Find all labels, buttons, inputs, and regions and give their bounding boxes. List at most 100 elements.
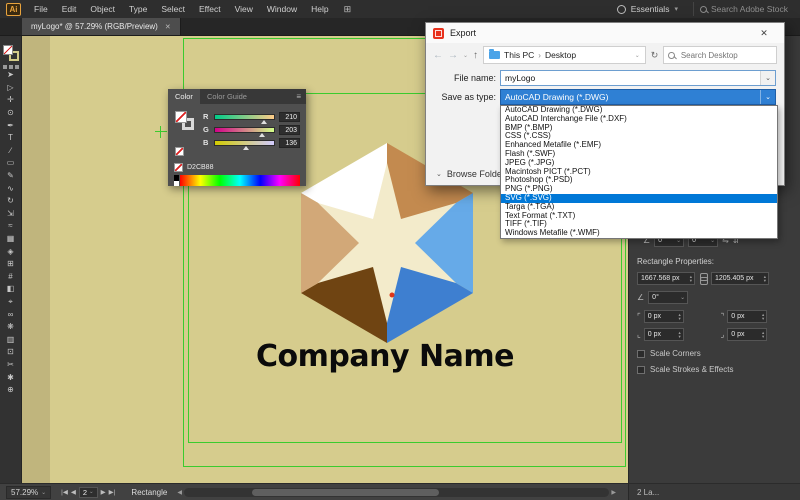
stepper-icon[interactable]: ▴▾ xyxy=(764,275,766,282)
breadcrumb[interactable]: This PC › Desktop ⌄ xyxy=(483,46,646,64)
color-slider-track[interactable] xyxy=(214,127,275,133)
corner-radius-bl-field[interactable]: ⌞ 0 px ▴▾ xyxy=(637,328,711,341)
forward-icon[interactable]: → xyxy=(448,50,458,61)
tab-color[interactable]: Color xyxy=(168,89,200,104)
chevron-down-icon[interactable]: ⌄ xyxy=(760,90,775,104)
corner-radius-tr-field[interactable]: ⌝ 0 px ▴▾ xyxy=(721,310,795,323)
stepper-icon[interactable]: ▴▾ xyxy=(678,313,680,320)
hand-tool[interactable]: ✱ xyxy=(2,371,20,384)
back-icon[interactable]: ← xyxy=(433,50,443,61)
explorer-search-input[interactable] xyxy=(679,50,772,61)
mesh-tool[interactable]: # xyxy=(2,271,20,284)
panel-menu-icon[interactable]: ≡ xyxy=(291,92,306,101)
export-dialog-titlebar[interactable]: Export ✕ xyxy=(426,23,784,43)
type-tool[interactable]: T xyxy=(2,132,20,145)
corner-radius-tl-field[interactable]: ⌜ 0 px ▴▾ xyxy=(637,310,711,323)
scale-corners-checkbox[interactable] xyxy=(637,350,645,358)
scroll-left-icon[interactable]: ◀ xyxy=(177,489,182,496)
free-transform-tool[interactable]: ▦ xyxy=(2,233,20,246)
scale-strokes-row[interactable]: Scale Strokes & Effects xyxy=(637,365,794,374)
color-slider-track[interactable] xyxy=(214,140,275,146)
channel-value-field[interactable]: 136 xyxy=(279,138,300,148)
stepper-icon[interactable]: ▴▾ xyxy=(678,331,680,338)
fill-stroke-swatches[interactable] xyxy=(3,45,19,61)
rotate-tool[interactable]: ↻ xyxy=(2,195,20,208)
horizontal-scrollbar[interactable]: ◀ ▶ xyxy=(177,488,616,497)
spectrum-bar[interactable] xyxy=(180,175,300,186)
corner-radius-br-field[interactable]: ⌟ 0 px ▴▾ xyxy=(721,328,795,341)
browse-folders-button[interactable]: ⌄ Browse Folders xyxy=(436,169,509,179)
menu-item[interactable]: Effect xyxy=(192,0,228,18)
document-tab[interactable]: myLogo* @ 57.29% (RGB/Preview) ✕ xyxy=(22,18,181,35)
rect-height-field[interactable]: 1205.405 px ▴▾ xyxy=(711,272,769,285)
menu-item[interactable]: View xyxy=(228,0,260,18)
eyedropper-tool[interactable]: ⌖ xyxy=(2,296,20,309)
black-white-swatches[interactable] xyxy=(174,175,179,186)
link-dimensions-icon[interactable] xyxy=(699,273,707,285)
first-artboard-button[interactable]: |◀ xyxy=(61,488,68,496)
slider-thumb-icon[interactable] xyxy=(259,133,265,137)
format-option[interactable]: Windows Metafile (*.WMF) xyxy=(501,229,777,238)
scroll-right-icon[interactable]: ▶ xyxy=(611,489,616,496)
slider-thumb-icon[interactable] xyxy=(243,146,249,150)
stepper-icon[interactable]: ▴▾ xyxy=(690,275,692,282)
stepper-icon[interactable]: ▴▾ xyxy=(762,331,764,338)
scale-corners-row[interactable]: Scale Corners xyxy=(637,349,794,358)
adobe-stock-search[interactable]: Search Adobe Stock xyxy=(693,2,794,16)
pen-tool[interactable]: ✒ xyxy=(2,119,20,132)
menu-item[interactable]: Edit xyxy=(55,0,84,18)
close-icon[interactable]: ✕ xyxy=(751,28,777,39)
hex-value[interactable]: D2CB88 xyxy=(187,164,213,171)
chevron-down-icon[interactable]: ⌄ xyxy=(635,52,640,59)
next-artboard-button[interactable]: ▶ xyxy=(101,488,106,496)
file-name-combobox[interactable]: ⌄ xyxy=(500,70,776,86)
workspace-switcher-icon[interactable]: ⊞ xyxy=(344,4,352,15)
refresh-icon[interactable]: ↻ xyxy=(651,50,659,61)
file-name-input[interactable] xyxy=(501,73,760,83)
fill-swatch[interactable] xyxy=(175,111,187,123)
menu-item[interactable]: Object xyxy=(83,0,122,18)
artboard-number-field[interactable]: 2 ⌄ xyxy=(79,487,98,498)
scrollbar-thumb[interactable] xyxy=(252,489,439,496)
direct-selection-tool[interactable]: ▷ xyxy=(2,82,20,95)
zoom-tool[interactable]: ⊕ xyxy=(2,384,20,397)
recent-locations-icon[interactable]: ⌄ xyxy=(463,52,468,59)
menu-item[interactable]: Window xyxy=(260,0,304,18)
scrollbar-track[interactable] xyxy=(184,488,609,497)
magic-wand-tool[interactable]: ✛ xyxy=(2,94,20,107)
color-slider-track[interactable] xyxy=(214,114,275,120)
menu-item[interactable]: File xyxy=(27,0,55,18)
width-tool[interactable]: ≈ xyxy=(2,220,20,233)
symbol-sprayer-tool[interactable]: ❋ xyxy=(2,321,20,334)
slider-thumb-icon[interactable] xyxy=(261,120,267,124)
rectangle-angle-field[interactable]: 0° ⌄ xyxy=(648,291,688,304)
perspective-grid-tool[interactable]: ⊞ xyxy=(2,258,20,271)
breadcrumb-this-pc[interactable]: This PC xyxy=(504,50,534,60)
menu-item[interactable]: Help xyxy=(304,0,335,18)
paintbrush-tool[interactable]: ✎ xyxy=(2,170,20,183)
blend-tool[interactable]: ∞ xyxy=(2,308,20,321)
creative-cloud-icon[interactable] xyxy=(617,5,626,14)
scale-tool[interactable]: ⇲ xyxy=(2,208,20,221)
chevron-down-icon[interactable]: ⌄ xyxy=(760,71,775,85)
previous-artboard-button[interactable]: ◀ xyxy=(71,488,76,496)
slice-tool[interactable]: ✂ xyxy=(2,359,20,372)
line-segment-tool[interactable]: ∕ xyxy=(2,145,20,158)
illustrator-logo-icon[interactable]: Ai xyxy=(6,3,21,16)
fill-swatch[interactable] xyxy=(3,45,13,55)
none-swatch-small[interactable] xyxy=(174,163,183,172)
company-name-text[interactable]: Company Name xyxy=(225,339,545,374)
zoom-level-dropdown[interactable]: 57.29% ⌄ xyxy=(6,486,51,499)
close-icon[interactable]: ✕ xyxy=(165,23,171,31)
scale-strokes-checkbox[interactable] xyxy=(637,366,645,374)
channel-value-field[interactable]: 210 xyxy=(279,112,300,122)
lasso-tool[interactable]: ⊙ xyxy=(2,107,20,120)
breadcrumb-desktop[interactable]: Desktop xyxy=(545,50,576,60)
column-graph-tool[interactable]: ▥ xyxy=(2,333,20,346)
rectangle-tool[interactable]: ▭ xyxy=(2,157,20,170)
selection-tool[interactable]: ➤ xyxy=(2,69,20,82)
menu-item[interactable]: Select xyxy=(154,0,192,18)
explorer-search[interactable] xyxy=(663,46,777,64)
stepper-icon[interactable]: ▴▾ xyxy=(762,313,764,320)
shape-builder-tool[interactable]: ◈ xyxy=(2,245,20,258)
